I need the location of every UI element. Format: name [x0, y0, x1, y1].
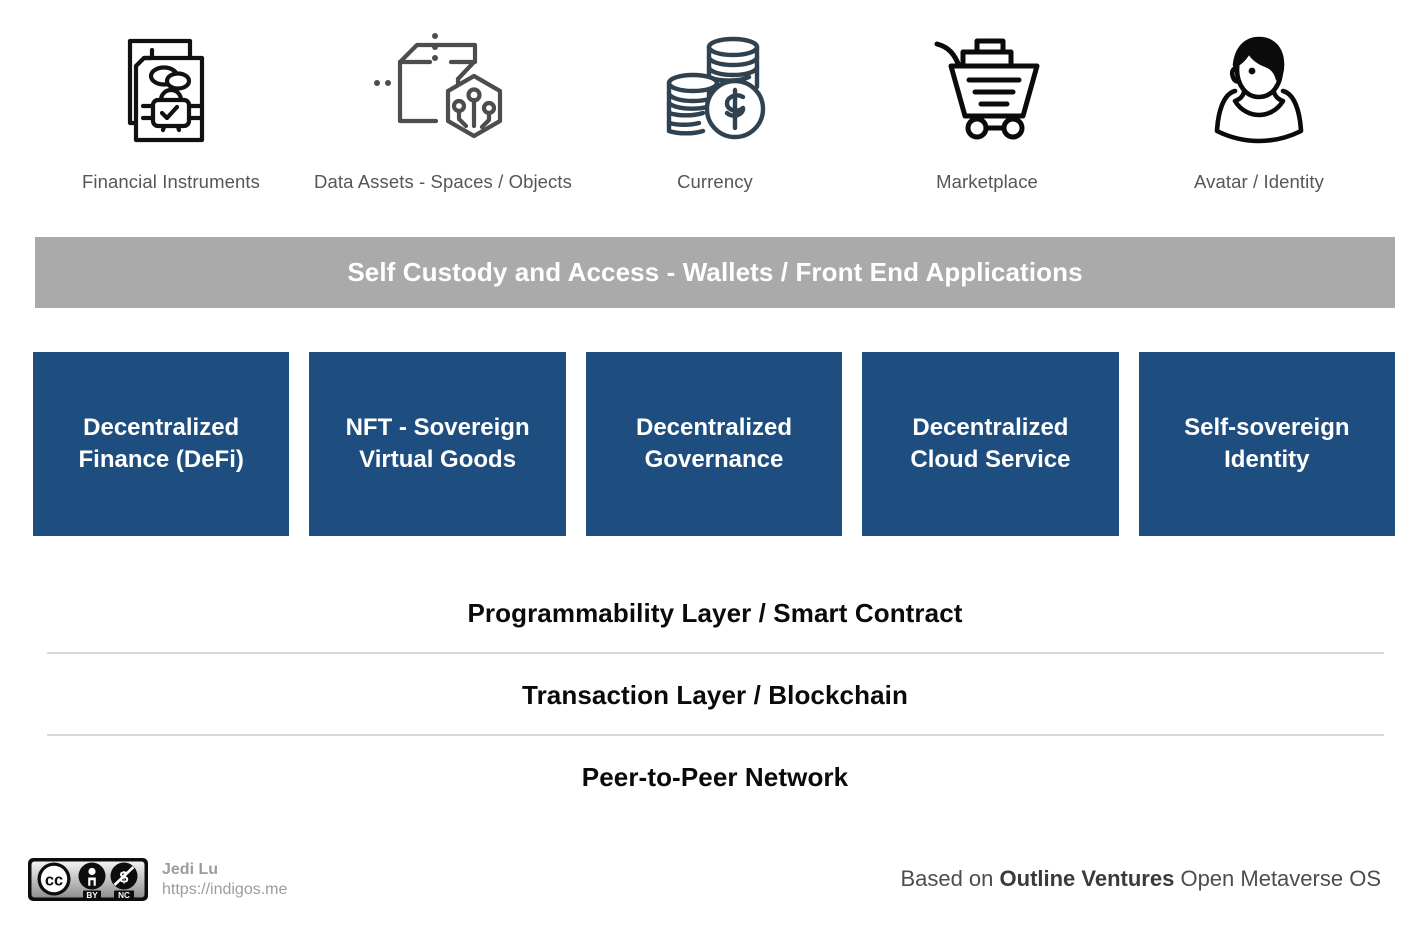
layer-programmability: Programmability Layer / Smart Contract	[35, 598, 1395, 629]
author-url[interactable]: https://indigos.me	[162, 880, 287, 900]
pillar-decentralized-finance[interactable]: Decentralized Finance (DeFi)	[33, 352, 290, 536]
footer-attribution: cc BY $ NC Jedi Lu https://indigos.me	[28, 858, 287, 901]
source-attribution-suffix: Open Metaverse OS	[1174, 866, 1381, 891]
layer-transaction: Transaction Layer / Blockchain	[35, 680, 1395, 711]
documents-lock-icon	[121, 22, 221, 157]
coin-stacks-dollar-icon	[663, 22, 767, 157]
asset-category-financial-instruments: Financial Instruments	[35, 22, 307, 193]
pillar-label: Decentralized Governance	[635, 413, 793, 473]
cube-hexagon-circuit-icon	[368, 22, 518, 157]
asset-category-marketplace: Marketplace	[851, 22, 1123, 193]
pillar-label: Decentralized Cloud Service	[910, 413, 1071, 473]
asset-category-label: Marketplace	[936, 171, 1038, 192]
source-attribution-bold: Outline Ventures	[999, 866, 1175, 891]
pillar-label: NFT - Sovereign Virtual Goods	[345, 413, 530, 473]
diagram-canvas: Financial Instruments Data Assets - Spac…	[0, 0, 1414, 937]
layer-label: Transaction Layer / Blockchain	[522, 680, 908, 710]
layer-peer-to-peer: Peer-to-Peer Network	[35, 762, 1395, 793]
layer-label: Peer-to-Peer Network	[581, 762, 849, 792]
svg-text:NC: NC	[118, 891, 130, 900]
layer-divider	[47, 652, 1384, 654]
asset-category-data-assets: Data Assets - Spaces / Objects	[307, 22, 579, 193]
pillar-decentralized-cloud-service[interactable]: Decentralized Cloud Service	[862, 352, 1119, 536]
asset-category-currency: Currency	[579, 22, 851, 193]
pillar-decentralized-governance[interactable]: Decentralized Governance	[585, 352, 843, 536]
person-avatar-icon	[1211, 22, 1307, 157]
asset-category-label: Avatar / Identity	[1194, 171, 1324, 192]
layer-divider	[47, 734, 1384, 736]
svg-text:BY: BY	[86, 891, 98, 900]
shopping-cart-icon	[933, 22, 1041, 157]
asset-category-label: Data Assets - Spaces / Objects	[314, 171, 572, 192]
source-attribution: Based on Outline Ventures Open Metaverse…	[900, 866, 1381, 892]
source-attribution-prefix: Based on	[900, 866, 1000, 891]
pillar-label: Self-sovereign Identity	[1184, 413, 1350, 473]
asset-category-label: Financial Instruments	[82, 171, 260, 192]
asset-category-label: Currency	[677, 171, 753, 192]
self-custody-band-label: Self Custody and Access - Wallets / Fron…	[347, 257, 1083, 287]
asset-category-row: Financial Instruments Data Assets - Spac…	[35, 22, 1395, 217]
pillar-label: Decentralized Finance (DeFi)	[78, 413, 244, 473]
pillar-nft-sovereign-virtual-goods[interactable]: NFT - Sovereign Virtual Goods	[309, 352, 566, 536]
self-custody-band: Self Custody and Access - Wallets / Fron…	[35, 237, 1395, 308]
asset-category-avatar-identity: Avatar / Identity	[1123, 22, 1395, 193]
pillar-row: Decentralized Finance (DeFi) NFT - Sover…	[33, 352, 1396, 536]
layer-label: Programmability Layer / Smart Contract	[467, 598, 963, 628]
credit-block: Jedi Lu https://indigos.me	[162, 860, 287, 900]
cc-by-nc-badge-icon: cc BY $ NC	[28, 858, 148, 901]
author-name: Jedi Lu	[162, 860, 219, 878]
svg-text:cc: cc	[45, 872, 63, 890]
pillar-self-sovereign-identity[interactable]: Self-sovereign Identity	[1138, 352, 1396, 536]
